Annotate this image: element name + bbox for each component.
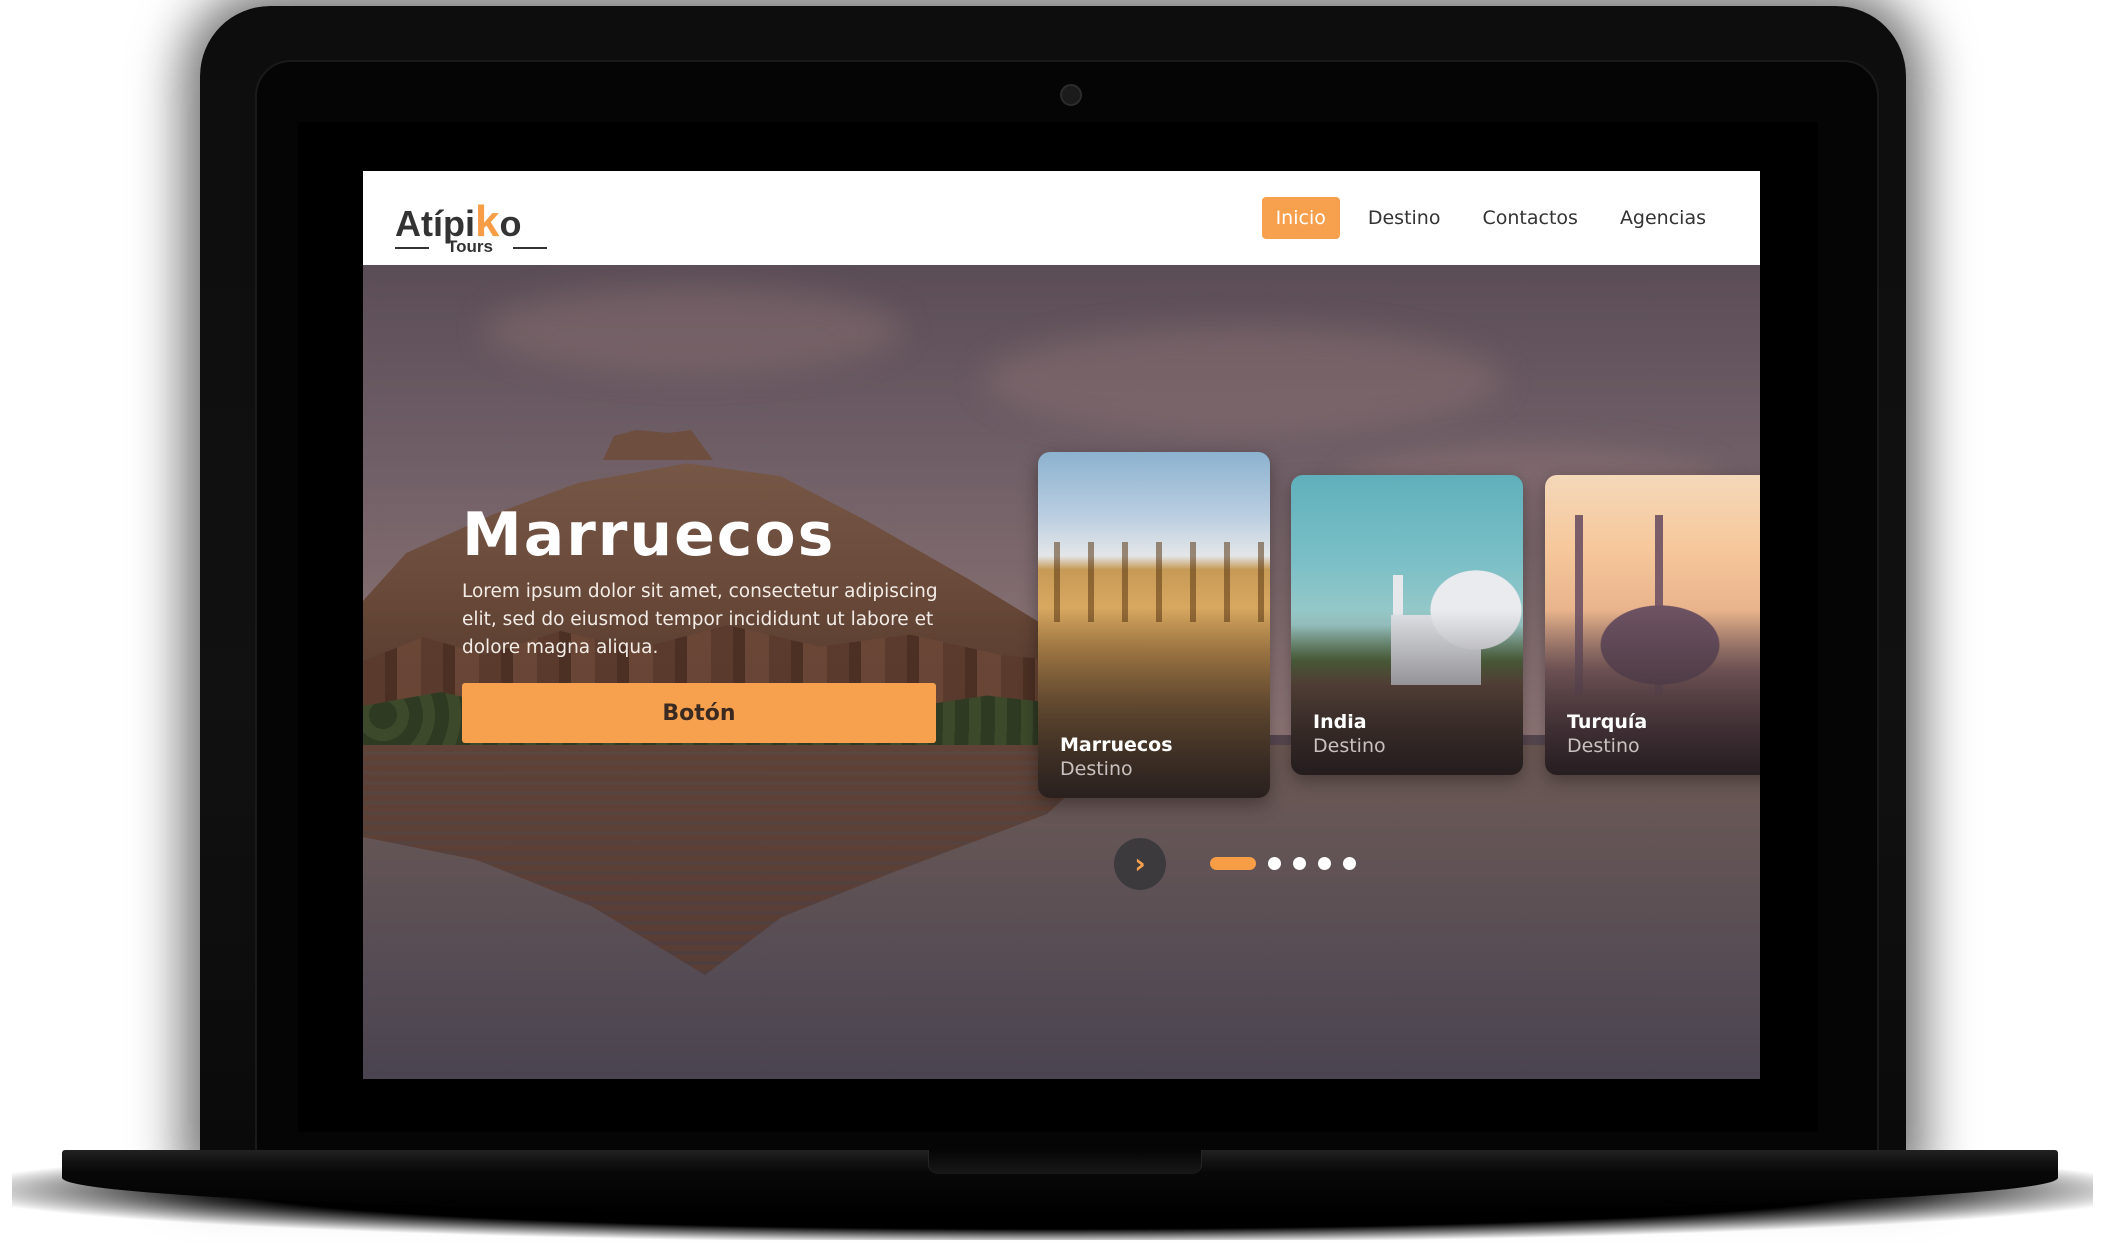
destination-card-marruecos[interactable]: Marruecos Destino (1038, 452, 1270, 798)
card-title: Marruecos (1060, 734, 1173, 756)
card-title: Turquía (1567, 711, 1648, 733)
nav-item-contactos[interactable]: Contactos (1468, 197, 1591, 239)
nav-item-destino[interactable]: Destino (1354, 197, 1455, 239)
logo-line-right (513, 247, 547, 249)
chevron-right-icon: › (1134, 847, 1146, 880)
cloud (483, 285, 903, 375)
logo[interactable]: Atípiko Tours (395, 185, 555, 256)
pagination-dot[interactable] (1318, 857, 1331, 870)
navbar: Atípiko Tours Inicio Destino Contactos A… (363, 171, 1760, 265)
destination-card-india[interactable]: India Destino (1291, 475, 1523, 775)
hero-cta-button[interactable]: Botón (462, 683, 936, 743)
card-subtitle: Destino (1313, 735, 1386, 757)
card-title: India (1313, 711, 1367, 733)
card-subtitle: Destino (1567, 735, 1640, 757)
pagination-dot[interactable] (1343, 857, 1356, 870)
nav-item-agencias[interactable]: Agencias (1606, 197, 1720, 239)
slider-pagination (1210, 857, 1356, 870)
nav-item-inicio[interactable]: Inicio (1261, 197, 1340, 239)
card-subtitle: Destino (1060, 758, 1133, 780)
cloud (983, 325, 1503, 435)
camera-icon (1060, 84, 1082, 106)
pagination-dot-active[interactable] (1210, 857, 1256, 870)
website: Marruecos Lorem ipsum dolor sit amet, co… (363, 171, 1760, 1079)
destination-card-turquia[interactable]: Turquía Destino (1545, 475, 1760, 775)
slider-next-button[interactable]: › (1114, 838, 1166, 890)
hero-title: Marruecos (462, 500, 836, 570)
hero-description: Lorem ipsum dolor sit amet, consectetur … (462, 581, 938, 658)
pagination-dot[interactable] (1268, 857, 1281, 870)
hero-section: Marruecos Lorem ipsum dolor sit amet, co… (363, 265, 1760, 1079)
main-nav: Inicio Destino Contactos Agencias (1261, 197, 1720, 239)
laptop-notch (928, 1150, 1202, 1174)
pagination-dot[interactable] (1293, 857, 1306, 870)
